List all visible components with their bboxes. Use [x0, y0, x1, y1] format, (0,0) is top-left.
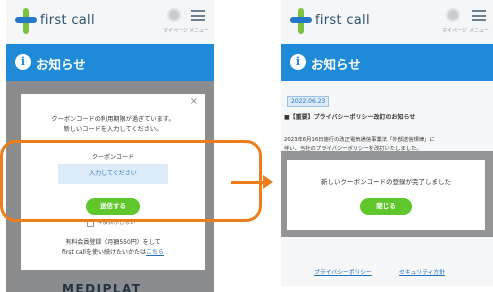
- footer-link-privacy[interactable]: プライバシーポリシー: [314, 267, 372, 276]
- transition-arrow-icon: [263, 175, 273, 189]
- notice-content: 2022.06.23 ■【重要】プライバシーポリシー改訂のお知らせ 2023年6…: [281, 81, 493, 286]
- page-title: お知らせ: [36, 57, 86, 72]
- promo-line1: 有料会員登録（月額550円）をして: [65, 239, 161, 246]
- notice-body-line1: 2023年6月16日施行の改正電気通信事業法「外部送信規律」に: [284, 137, 435, 143]
- success-message: 新しいクーポンコードの登録が完了しました: [321, 178, 451, 186]
- mypage-caption: マイページ: [163, 28, 188, 34]
- page-title-band: i お知らせ: [281, 44, 493, 81]
- avatar-icon[interactable]: [167, 8, 181, 22]
- coupon-success-modal: 新しいクーポンコードの登録が完了しました 閉じる: [287, 160, 485, 230]
- close-icon[interactable]: ×: [190, 96, 198, 107]
- avatar-icon[interactable]: [446, 8, 460, 22]
- transition-arrow-line: [231, 181, 263, 184]
- phone-screen-after: first call マイページ メニュー i お知らせ 2022.06.23 …: [281, 0, 493, 286]
- app-logo-text: first call: [315, 13, 370, 28]
- first-call-logo-icon: [290, 8, 312, 34]
- app-logo-text: first call: [40, 13, 95, 28]
- promo-line2: first callを使い続けたいかたはこちら: [62, 249, 164, 256]
- hamburger-menu-icon[interactable]: [191, 10, 205, 21]
- first-call-logo-icon: [15, 8, 37, 34]
- page-title-band: i お知らせ: [6, 44, 214, 81]
- mypage-caption: マイページ: [442, 28, 467, 34]
- menu-caption: メニュー: [469, 28, 490, 34]
- close-button[interactable]: 閉じる: [360, 198, 412, 215]
- promo-link[interactable]: こちら: [146, 249, 164, 256]
- app-header: first call マイページ メニュー: [281, 0, 493, 44]
- notice-title[interactable]: ■【重要】プライバシーポリシー改訂のお知らせ: [284, 112, 415, 121]
- modal-message-line1: クーポンコードの利用期限が過ぎています。: [51, 116, 175, 123]
- modal-message-line2: 新しいコードを入力してください。: [63, 126, 163, 133]
- footer-link-security[interactable]: セキュリティ方針: [399, 267, 445, 276]
- hamburger-menu-icon[interactable]: [472, 10, 486, 21]
- highlight-frame: [0, 140, 262, 222]
- info-icon: i: [290, 54, 306, 70]
- info-icon: i: [15, 54, 31, 70]
- page-title: お知らせ: [311, 57, 361, 72]
- notice-date-badge: 2022.06.23: [287, 96, 330, 107]
- menu-caption: メニュー: [189, 28, 210, 34]
- footer-logo: MEDIPLAT: [62, 282, 142, 292]
- app-header: first call マイページ メニュー: [6, 0, 214, 44]
